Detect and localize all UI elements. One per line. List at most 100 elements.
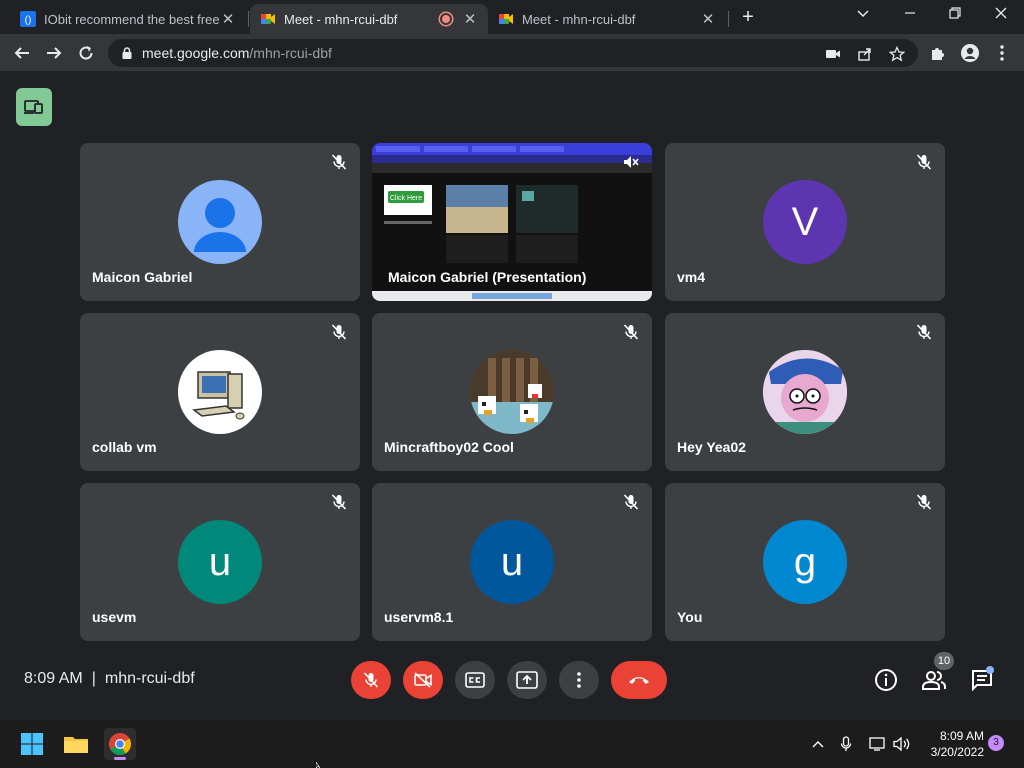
present-screen-button[interactable] bbox=[507, 661, 547, 699]
camera-blocked-icon[interactable] bbox=[824, 45, 842, 63]
mic-off-icon bbox=[916, 154, 932, 170]
tab-meet-second[interactable]: Meet - mhn-rcui-dbf ✕ bbox=[488, 4, 726, 34]
more-vertical-icon bbox=[1000, 45, 1004, 61]
info-icon bbox=[875, 669, 897, 691]
chrome-taskbar-button[interactable] bbox=[104, 728, 136, 760]
close-tab-icon[interactable]: ✕ bbox=[700, 10, 716, 28]
volume-icon bbox=[893, 736, 910, 752]
letter-avatar: g bbox=[763, 520, 847, 604]
forward-button[interactable] bbox=[42, 41, 66, 65]
show-hidden-icons-button[interactable] bbox=[808, 734, 828, 754]
new-tab-button[interactable]: + bbox=[738, 6, 758, 28]
devices-icon bbox=[24, 100, 43, 114]
participant-tile[interactable]: Hey Yea02 bbox=[665, 313, 945, 471]
system-time: 8:09 AM bbox=[939, 729, 984, 743]
tab-separator bbox=[728, 11, 729, 27]
windows-logo-icon bbox=[21, 733, 43, 755]
volume-tray-button[interactable] bbox=[892, 734, 912, 754]
minimize-button[interactable] bbox=[895, 4, 925, 28]
active-app-indicator bbox=[114, 757, 126, 760]
mic-off-icon bbox=[623, 324, 639, 340]
leave-call-button[interactable] bbox=[611, 661, 667, 699]
system-date: 3/20/2022 bbox=[930, 745, 984, 759]
closed-captions-icon bbox=[465, 672, 485, 688]
meeting-code: mhn-rcui-dbf bbox=[104, 670, 195, 687]
companion-mode-button[interactable] bbox=[16, 88, 52, 126]
back-button[interactable] bbox=[10, 41, 34, 65]
system-clock[interactable]: 8:09 AM 3/20/2022 bbox=[918, 728, 984, 760]
participant-name: Maicon Gabriel bbox=[92, 269, 193, 285]
participant-name: You bbox=[677, 609, 703, 625]
puzzle-icon bbox=[932, 48, 944, 60]
network-icon bbox=[869, 737, 885, 751]
participant-tile-self[interactable]: g You bbox=[665, 483, 945, 641]
tab-iobit[interactable]: () IObit recommend the best free, f ✕ bbox=[10, 4, 246, 34]
participant-name: uservm8.1 bbox=[384, 609, 454, 625]
participant-tile[interactable]: u usevm bbox=[80, 483, 360, 641]
click-here-button-thumb: Click Here bbox=[390, 195, 422, 202]
camera-toggle-button[interactable] bbox=[403, 661, 443, 699]
microphone-tray-button[interactable] bbox=[836, 734, 856, 754]
windows-taskbar: 8:09 AM 3/20/2022 3 bbox=[0, 720, 1024, 768]
mic-off-icon bbox=[916, 324, 932, 340]
restore-button[interactable] bbox=[940, 4, 970, 28]
meeting-details-button[interactable] bbox=[873, 667, 899, 693]
close-tab-icon[interactable]: ✕ bbox=[220, 10, 236, 28]
participant-name: collab vm bbox=[92, 439, 157, 455]
more-options-button[interactable] bbox=[559, 661, 599, 699]
captions-button[interactable] bbox=[455, 661, 495, 699]
profile-avatar-icon bbox=[961, 44, 979, 62]
participant-tile[interactable]: V vm4 bbox=[665, 143, 945, 301]
tab-meet-active[interactable]: Meet - mhn-rcui-dbf ✕ bbox=[250, 4, 488, 34]
participant-tile[interactable]: collab vm bbox=[80, 313, 360, 471]
recording-indicator-icon bbox=[440, 13, 452, 25]
close-window-button[interactable] bbox=[986, 4, 1016, 28]
lock-icon[interactable] bbox=[120, 46, 134, 60]
close-tab-icon[interactable]: ✕ bbox=[462, 10, 478, 28]
presentation-tile[interactable]: Click Here Maicon Gabriel (Presentation) bbox=[372, 143, 652, 301]
participant-tile[interactable]: Maicon Gabriel bbox=[80, 143, 360, 301]
microphone-toggle-button[interactable] bbox=[351, 661, 391, 699]
tab-title: IObit recommend the best free, f bbox=[44, 11, 220, 27]
forward-arrow-icon bbox=[47, 47, 62, 59]
tab-search-chevron-icon[interactable] bbox=[848, 4, 878, 28]
mic-off-icon bbox=[331, 324, 347, 340]
notification-count-badge[interactable]: 3 bbox=[988, 735, 1004, 751]
mic-off-icon bbox=[331, 494, 347, 510]
share-icon[interactable] bbox=[856, 45, 874, 63]
chrome-icon bbox=[109, 733, 131, 755]
reload-button[interactable] bbox=[74, 41, 98, 65]
meeting-time: 8:09 AM bbox=[24, 670, 83, 687]
mic-off-icon bbox=[916, 494, 932, 510]
letter-avatar: V bbox=[763, 180, 847, 264]
divider: | bbox=[91, 670, 96, 687]
participant-name: Maicon Gabriel (Presentation) bbox=[388, 269, 587, 285]
letter-avatar: u bbox=[470, 520, 554, 604]
mic-off-icon bbox=[363, 672, 379, 688]
reload-icon bbox=[79, 46, 93, 60]
meet-favicon-icon bbox=[261, 14, 275, 24]
participant-tile[interactable]: u uservm8.1 bbox=[372, 483, 652, 641]
profile-button[interactable] bbox=[958, 41, 982, 65]
address-bar[interactable]: meet.google.com/mhn-rcui-dbf bbox=[108, 39, 918, 67]
participant-name: vm4 bbox=[677, 269, 706, 285]
extensions-button[interactable] bbox=[926, 41, 950, 65]
meet-call-view: Maicon Gabriel Click Here Maicon Gabriel… bbox=[0, 72, 1024, 720]
bookmark-star-icon[interactable] bbox=[888, 45, 906, 63]
file-explorer-button[interactable] bbox=[60, 728, 92, 760]
participants-button[interactable] bbox=[921, 667, 947, 693]
mic-off-icon bbox=[331, 154, 347, 170]
browser-toolbar: meet.google.com/mhn-rcui-dbf bbox=[0, 34, 1024, 72]
letter-avatar: u bbox=[178, 520, 262, 604]
tab-title: Meet - mhn-rcui-dbf bbox=[522, 11, 636, 27]
network-tray-button[interactable] bbox=[868, 734, 888, 754]
chevron-up-icon bbox=[812, 741, 824, 748]
start-button[interactable] bbox=[16, 728, 48, 760]
browser-menu-button[interactable] bbox=[990, 41, 1014, 65]
cartoon-avatar-image bbox=[763, 350, 847, 434]
iobit-favicon-icon: () bbox=[20, 11, 36, 27]
participants-count-badge: 10 bbox=[934, 652, 954, 670]
participant-tile[interactable]: Mincraftboy02 Cool bbox=[372, 313, 652, 471]
svg-text:(): () bbox=[25, 15, 32, 26]
meet-favicon-icon bbox=[499, 14, 513, 24]
